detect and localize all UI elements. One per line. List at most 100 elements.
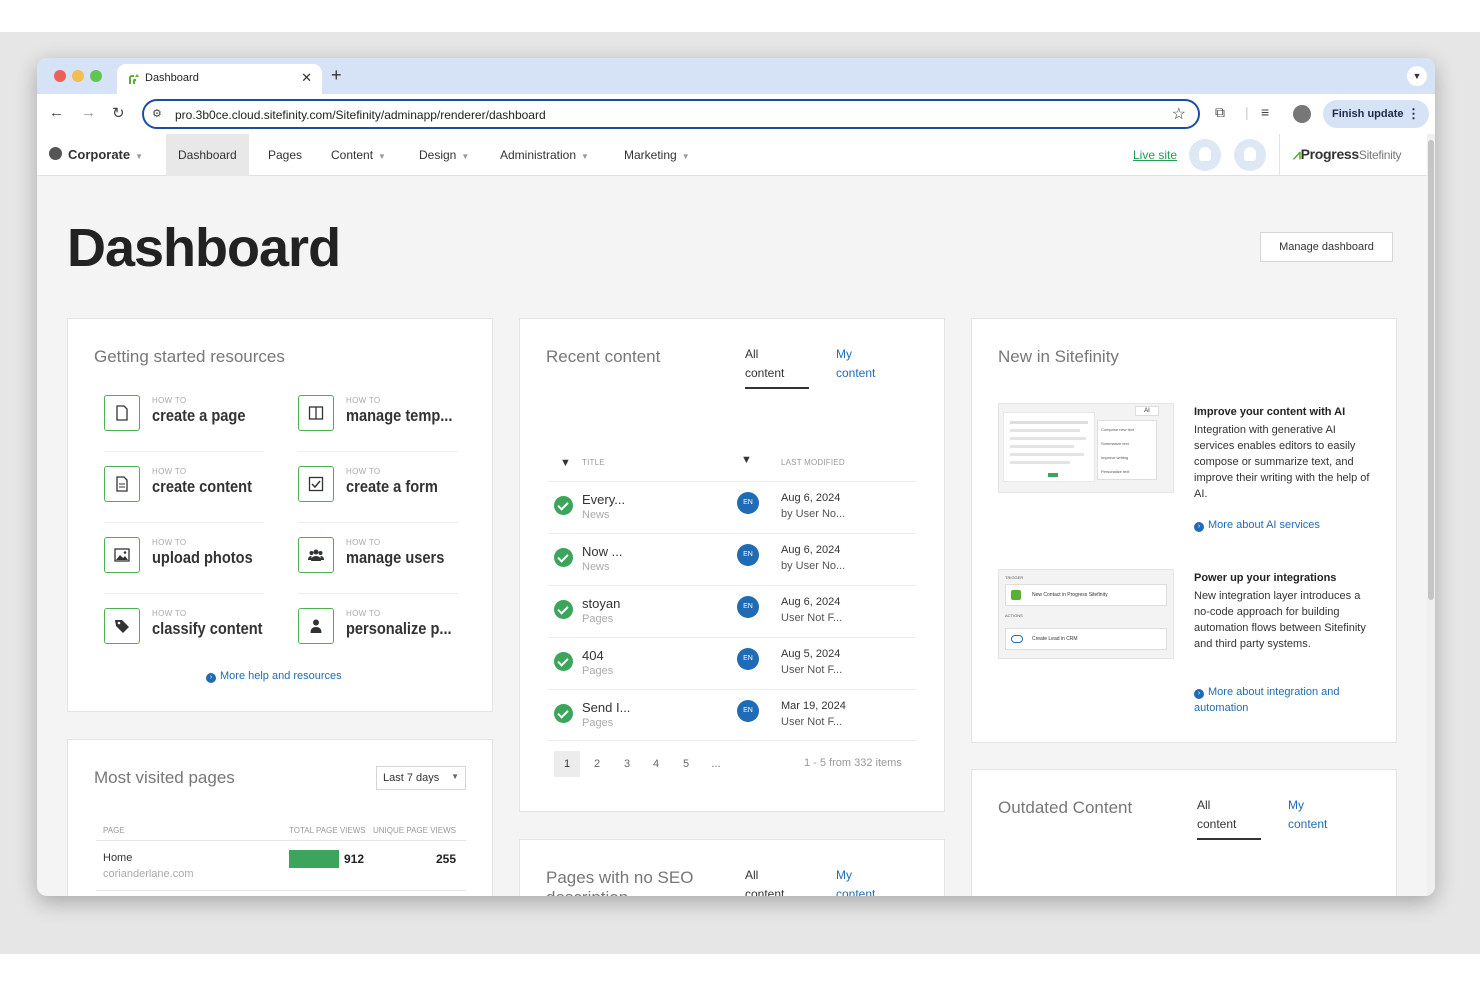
- page-3-button[interactable]: 3: [614, 751, 640, 777]
- reload-icon[interactable]: ↻: [112, 104, 125, 122]
- table-row[interactable]: 404 Pages EN Aug 5, 2024 User Not F...: [548, 637, 916, 689]
- tab-label: content: [836, 366, 876, 380]
- nav-marketing[interactable]: Marketing ▼: [612, 134, 702, 176]
- arrow-right-icon: ›: [1194, 522, 1204, 532]
- link-text: More help and resources: [220, 670, 342, 682]
- site-info-icon[interactable]: ⚙: [152, 107, 162, 120]
- user-avatar-icon[interactable]: [1234, 139, 1266, 171]
- table-row[interactable]: stoyan Pages EN Aug 6, 2024 User Not F..…: [548, 585, 916, 637]
- forward-icon[interactable]: →: [81, 104, 96, 121]
- howto-label: personalize p...: [346, 619, 452, 638]
- media-controls-icon[interactable]: ≡: [1261, 104, 1269, 120]
- content-icon: [104, 466, 140, 502]
- live-site-link[interactable]: Live site: [1133, 148, 1177, 162]
- divider: [96, 840, 466, 841]
- page-4-button[interactable]: 4: [643, 751, 669, 777]
- item-title[interactable]: Now ...: [582, 544, 622, 559]
- nav-design[interactable]: Design ▼: [407, 134, 481, 176]
- item-type: Pages: [582, 717, 614, 729]
- tab-label: All: [745, 868, 759, 882]
- howto-create-form[interactable]: HOW TO create a form: [290, 466, 458, 523]
- close-window-button[interactable]: [54, 70, 66, 82]
- new-tab-icon[interactable]: +: [331, 65, 342, 86]
- howto-create-page[interactable]: HOW TO create a page: [96, 395, 264, 452]
- tab-all-content[interactable]: All content: [745, 866, 784, 896]
- extensions-icon[interactable]: ⧉: [1215, 104, 1225, 121]
- pager-info: 1 - 5 from 332 items: [804, 757, 902, 769]
- bookmark-star-icon[interactable]: ☆: [1172, 104, 1186, 124]
- ai-menu-item: Summarize text: [1101, 441, 1129, 446]
- progress-logo-icon: ⩘: [1293, 146, 1301, 162]
- page-1-button[interactable]: 1: [554, 751, 580, 777]
- action-step: Create Lead in CRM: [1005, 628, 1167, 650]
- profile-avatar-icon[interactable]: [1293, 105, 1311, 123]
- tab-my-content[interactable]: My content: [836, 345, 875, 383]
- users-icon: [298, 537, 334, 573]
- tab-my-content[interactable]: My content: [1288, 796, 1327, 834]
- more-menu-icon[interactable]: ⋮: [1407, 106, 1420, 122]
- chevron-down-icon: ▼: [461, 152, 470, 161]
- more-about-integration-link[interactable]: › More about integration and automation: [1194, 684, 1374, 716]
- date-range-select[interactable]: Last 7 days ▼: [376, 766, 466, 790]
- actions-label: ACTIONS: [1005, 613, 1023, 618]
- column-header-last-modified[interactable]: LAST MODIFIED: [781, 458, 845, 467]
- item-title[interactable]: Send I...: [582, 700, 630, 715]
- divider: [104, 451, 264, 452]
- tab-all-content[interactable]: All content: [745, 345, 810, 389]
- nav-content[interactable]: Content ▼: [319, 134, 398, 176]
- notifications-icon[interactable]: [1189, 139, 1221, 171]
- howto-create-content[interactable]: HOW TO create content: [96, 466, 264, 523]
- ai-menu: Compose new text Summarize text Improve …: [1097, 420, 1157, 480]
- table-row[interactable]: Every... News EN Aug 6, 2024 by User No.…: [548, 481, 916, 533]
- column-header-title[interactable]: TITLE: [582, 458, 605, 467]
- howto-classify-content[interactable]: HOW TO classify content: [96, 608, 263, 660]
- page-views-bar: [289, 850, 339, 868]
- table-row[interactable]: Send I... Pages EN Mar 19, 2024 User Not…: [548, 689, 916, 741]
- tab-search-icon[interactable]: ▼: [1407, 66, 1427, 86]
- howto-manage-templates[interactable]: HOW TO manage temp...: [290, 395, 458, 452]
- item-title[interactable]: 404: [582, 648, 604, 663]
- item-title[interactable]: Every...: [582, 492, 625, 507]
- page-5-button[interactable]: 5: [673, 751, 699, 777]
- finish-update-button[interactable]: Finish update ⋮: [1323, 100, 1429, 128]
- nav-dashboard[interactable]: Dashboard: [166, 134, 249, 176]
- filter-modified-icon[interactable]: ▼: [741, 454, 752, 466]
- tab-my-content[interactable]: My content: [836, 866, 875, 896]
- ai-menu-item: Personalize text: [1101, 469, 1130, 474]
- back-icon[interactable]: ←: [49, 104, 64, 121]
- tab-all-content[interactable]: All content: [1197, 796, 1262, 840]
- howto-label: manage temp...: [346, 406, 453, 425]
- page-more-button[interactable]: ...: [703, 751, 729, 777]
- filter-title-icon[interactable]: ▼: [560, 457, 571, 469]
- table-row[interactable]: Now ... News EN Aug 6, 2024 by User No..…: [548, 533, 916, 585]
- published-check-icon: [554, 548, 573, 567]
- page-title: Dashboard: [67, 218, 341, 278]
- item-title[interactable]: stoyan: [582, 596, 620, 611]
- selected-range: Last 7 days: [383, 772, 440, 784]
- howto-prefix: HOW TO: [152, 609, 187, 618]
- more-about-ai-link[interactable]: › More about AI services: [1194, 519, 1320, 532]
- nav-administration[interactable]: Administration ▼: [488, 134, 601, 176]
- site-name: Corporate: [68, 147, 131, 162]
- tag-icon: [104, 608, 140, 644]
- manage-dashboard-button[interactable]: Manage dashboard: [1260, 232, 1393, 262]
- howto-manage-users[interactable]: HOW TO manage users: [290, 537, 458, 594]
- howto-upload-photos[interactable]: HOW TO upload photos: [96, 537, 264, 594]
- visited-page-name[interactable]: Home: [103, 852, 132, 864]
- tab-label: My: [836, 868, 852, 882]
- more-help-link[interactable]: › More help and resources: [206, 670, 342, 683]
- minimize-window-button[interactable]: [72, 70, 84, 82]
- nav-pages[interactable]: Pages: [256, 134, 314, 176]
- zoom-window-button[interactable]: [90, 70, 102, 82]
- site-selector[interactable]: Corporate ▼: [49, 147, 143, 162]
- page-scrollbar-thumb[interactable]: [1428, 140, 1434, 600]
- address-bar[interactable]: ⚙ pro.3b0ce.cloud.sitefinity.com/Sitefin…: [142, 99, 1200, 129]
- visited-page-url: corianderlane.com: [103, 868, 194, 880]
- browser-tab[interactable]: Dashboard ✕: [117, 64, 322, 94]
- howto-personalize-pages[interactable]: HOW TO personalize p...: [290, 608, 452, 660]
- page-2-button[interactable]: 2: [584, 751, 610, 777]
- divider: [104, 593, 264, 594]
- thumbnail-document: [1003, 412, 1095, 482]
- published-check-icon: [554, 600, 573, 619]
- close-tab-icon[interactable]: ✕: [301, 70, 312, 86]
